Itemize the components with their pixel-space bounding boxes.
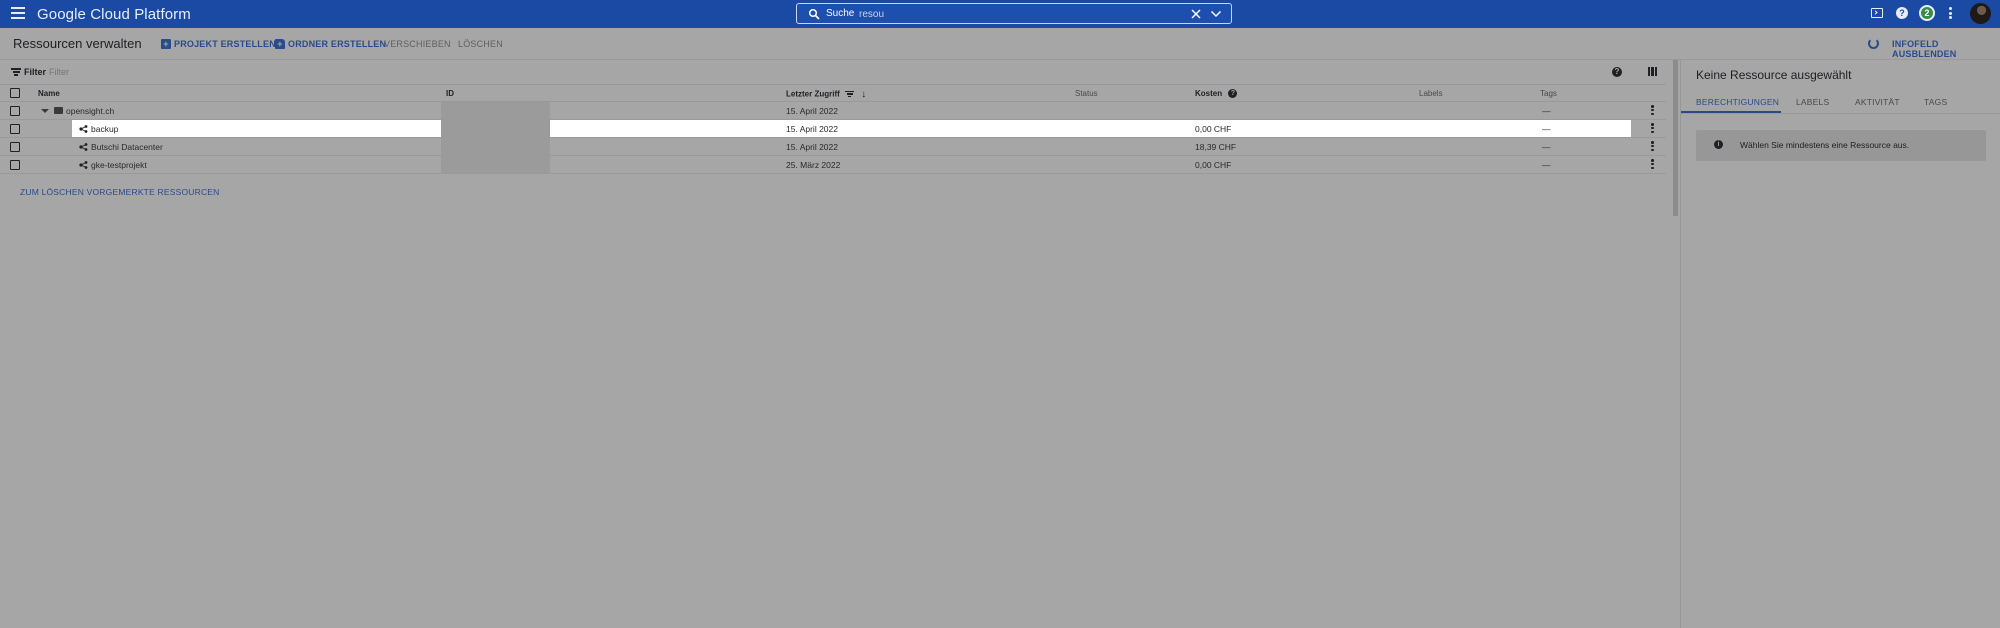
last-access: 15. April 2022 (786, 106, 838, 116)
resource-name[interactable]: gke-testprojekt (91, 160, 147, 170)
table-header: Name ID Letzter Zugriff ↓ Status Kosten … (0, 84, 1666, 102)
column-name[interactable]: Name (38, 89, 60, 98)
column-status[interactable]: Status (1075, 89, 1098, 98)
table-row[interactable]: backup 15. April 2022 0,00 CHF — (0, 120, 1666, 138)
column-display-icon[interactable] (1648, 67, 1657, 76)
page-title: Ressourcen verwalten (13, 36, 142, 51)
tab-activity[interactable]: AKTIVITÄT (1855, 97, 1900, 107)
more-vert-icon[interactable] (1651, 159, 1654, 170)
action-bar: Ressourcen verwalten + PROJEKT ERSTELLEN… (0, 28, 2000, 60)
more-vert-icon[interactable] (1651, 123, 1654, 134)
project-icon (79, 143, 88, 151)
column-tags[interactable]: Tags (1540, 89, 1557, 98)
cost: 0,00 CHF (1195, 124, 1232, 134)
info-text: Wählen Sie mindestens eine Ressource aus… (1740, 140, 1910, 150)
info-message: i Wählen Sie mindestens eine Ressource a… (1696, 130, 1986, 161)
row-checkbox[interactable] (10, 106, 20, 116)
redacted-id (441, 120, 550, 137)
row-checkbox[interactable] (10, 124, 20, 134)
create-folder-button[interactable]: + ORDNER ERSTELLEN (275, 39, 386, 49)
chevron-down-icon[interactable] (1210, 9, 1222, 19)
product-title[interactable]: Google Cloud Platform (37, 6, 191, 23)
row-highlight (72, 120, 1631, 137)
close-icon[interactable] (1190, 8, 1202, 20)
scrollbar[interactable] (1673, 60, 1678, 216)
create-project-label: PROJEKT ERSTELLEN (174, 39, 276, 49)
sort-icon[interactable] (845, 91, 855, 98)
last-access: 15. April 2022 (786, 124, 838, 134)
active-tab-indicator (1681, 111, 1781, 113)
column-last-access-label: Letzter Zugriff (786, 89, 840, 99)
filter-icon[interactable] (11, 68, 21, 76)
last-access: 25. März 2022 (786, 160, 841, 170)
notifications-icon[interactable]: 2 (1919, 5, 1935, 21)
table-row[interactable]: Butschi Datacenter 15. April 2022 18,39 … (0, 138, 1666, 156)
column-cost[interactable]: Kosten ? (1195, 89, 1238, 99)
tags: — (1542, 124, 1551, 134)
tags: — (1542, 142, 1551, 152)
panel-tabs: BERECHTIGUNGEN LABELS AKTIVITÄT TAGS (1681, 93, 2000, 114)
project-icon (79, 161, 88, 169)
tab-labels[interactable]: LABELS (1796, 97, 1829, 107)
more-vert-icon[interactable] (1651, 141, 1654, 152)
resource-name[interactable]: backup (91, 124, 118, 134)
row-checkbox[interactable] (10, 142, 20, 152)
search-icon (808, 8, 820, 20)
top-app-bar: Google Cloud Platform Suche ? 2 (0, 0, 2000, 28)
expand-caret-icon[interactable] (41, 109, 49, 113)
help-icon[interactable]: ? (1228, 89, 1238, 99)
menu-icon[interactable] (11, 7, 25, 19)
resource-name[interactable]: opensight.ch (66, 106, 114, 116)
cost: 0,00 CHF (1195, 160, 1232, 170)
arrow-down-icon[interactable]: ↓ (861, 89, 866, 100)
project-icon (79, 125, 88, 133)
column-last-access[interactable]: Letzter Zugriff ↓ (786, 89, 866, 100)
column-cost-label: Kosten (1195, 89, 1223, 98)
filter-label: Filter (24, 67, 47, 77)
avatar[interactable] (1970, 3, 1991, 24)
search-label: Suche (826, 8, 855, 19)
filter-bar: Filter ? (0, 60, 1678, 84)
pending-deletion-link[interactable]: ZUM LÖSCHEN VORGEMERKTE RESSOURCEN (20, 187, 220, 197)
tags: — (1542, 106, 1551, 116)
organization-icon (54, 107, 63, 114)
column-id[interactable]: ID (446, 89, 454, 98)
redacted-id (441, 102, 550, 119)
cost: 18,39 CHF (1195, 142, 1237, 152)
column-labels[interactable]: Labels (1419, 89, 1443, 98)
tab-permissions[interactable]: BERECHTIGUNGEN (1696, 97, 1779, 107)
resource-table: Name ID Letzter Zugriff ↓ Status Kosten … (0, 84, 1666, 174)
more-vert-icon[interactable] (1651, 105, 1654, 116)
add-box-icon: + (161, 39, 171, 49)
redacted-id (441, 138, 550, 155)
info-icon: i (1714, 140, 1723, 149)
help-icon[interactable]: ? (1612, 67, 1622, 77)
filter-input[interactable] (49, 64, 349, 80)
help-icon[interactable]: ? (1896, 7, 1908, 19)
table-row[interactable]: opensight.ch 15. April 2022 — (0, 102, 1666, 120)
hide-info-panel-button[interactable]: INFOFELD AUSBLENDEN (1892, 39, 2000, 59)
create-folder-icon: + (275, 39, 285, 49)
search-input[interactable] (859, 6, 1159, 22)
create-folder-label: ORDNER ERSTELLEN (288, 39, 387, 49)
last-access: 15. April 2022 (786, 142, 838, 152)
info-panel: Keine Ressource ausgewählt BERECHTIGUNGE… (1681, 60, 2000, 628)
select-all-checkbox[interactable] (10, 88, 20, 98)
more-vert-icon[interactable] (1949, 7, 1952, 19)
move-button[interactable]: VERSCHIEBEN (384, 39, 451, 49)
resource-name[interactable]: Butschi Datacenter (91, 142, 163, 152)
delete-button[interactable]: LÖSCHEN (458, 39, 503, 49)
row-checkbox[interactable] (10, 160, 20, 170)
tab-tags[interactable]: TAGS (1924, 97, 1947, 107)
table-row[interactable]: gke-testprojekt 25. März 2022 0,00 CHF — (0, 156, 1666, 174)
refresh-icon[interactable] (1868, 38, 1879, 49)
panel-title: Keine Ressource ausgewählt (1696, 68, 1852, 82)
cloud-shell-icon[interactable] (1871, 8, 1883, 18)
redacted-id (441, 156, 550, 173)
tags: — (1542, 160, 1551, 170)
search-box[interactable]: Suche (796, 3, 1232, 24)
create-project-button[interactable]: + PROJEKT ERSTELLEN (161, 39, 276, 49)
